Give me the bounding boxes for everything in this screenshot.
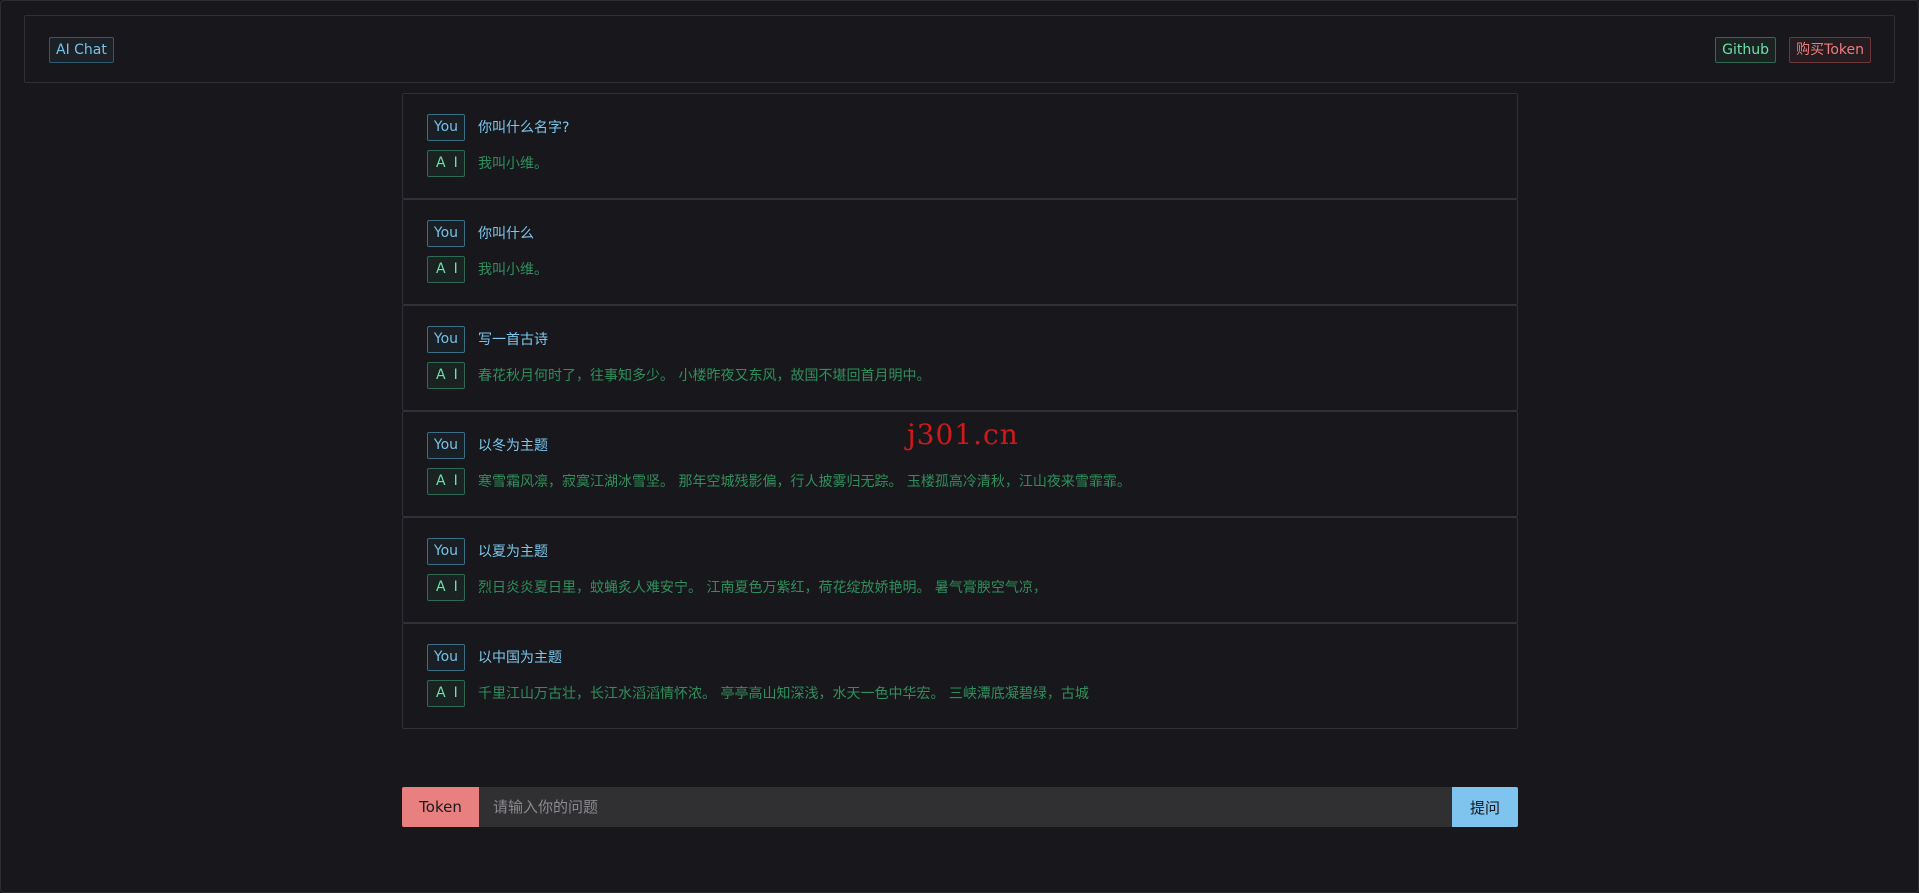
user-question: 你叫什么名字? bbox=[478, 120, 570, 136]
user-avatar: You bbox=[427, 538, 465, 565]
user-avatar: You bbox=[427, 326, 465, 353]
question-input-bar: Token 提问 bbox=[402, 787, 1518, 827]
chat-exchange: You 写一首古诗 AI 春花秋月何时了，往事知多少。 小楼昨夜又东风，故国不堪… bbox=[402, 305, 1518, 411]
ai-avatar: AI bbox=[427, 468, 465, 495]
buy-token-link[interactable]: 购买Token bbox=[1789, 37, 1871, 63]
ai-answer: 春花秋月何时了，往事知多少。 小楼昨夜又东风，故国不堪回首月明中。 bbox=[478, 368, 931, 384]
question-input[interactable] bbox=[479, 787, 1452, 827]
ai-avatar: AI bbox=[427, 256, 465, 283]
ai-avatar: AI bbox=[427, 574, 465, 601]
user-question: 以中国为主题 bbox=[478, 650, 562, 666]
ai-avatar: AI bbox=[427, 680, 465, 707]
user-avatar: You bbox=[427, 432, 465, 459]
chat-exchange: You 以夏为主题 AI 烈日炎炎夏日里，蚊蝇炙人难安宁。 江南夏色万紫红，荷花… bbox=[402, 517, 1518, 623]
user-question: 写一首古诗 bbox=[478, 332, 548, 348]
brand-link[interactable]: AI Chat bbox=[49, 37, 114, 63]
token-button[interactable]: Token bbox=[402, 787, 479, 827]
ai-answer: 烈日炎炎夏日里，蚊蝇炙人难安宁。 江南夏色万紫红，荷花绽放娇艳明。 暑气膏腴空气… bbox=[478, 580, 1047, 596]
top-navbar: AI Chat Github 购买Token bbox=[24, 15, 1895, 83]
ai-answer: 我叫小维。 bbox=[478, 262, 548, 278]
ai-answer: 我叫小维。 bbox=[478, 156, 548, 172]
user-avatar: You bbox=[427, 114, 465, 141]
github-link[interactable]: Github bbox=[1715, 37, 1776, 63]
user-question: 以冬为主题 bbox=[478, 438, 548, 454]
chat-exchange: You 你叫什么 AI 我叫小维。 bbox=[402, 199, 1518, 305]
user-avatar: You bbox=[427, 644, 465, 671]
chat-exchange: You 你叫什么名字? AI 我叫小维。 bbox=[402, 93, 1518, 199]
ai-answer: 千里江山万古壮，长江水滔滔情怀浓。 亭亭高山知深浅，水天一色中华宏。 三峡潭底凝… bbox=[478, 686, 1089, 702]
user-avatar: You bbox=[427, 220, 465, 247]
user-question: 你叫什么 bbox=[478, 226, 534, 242]
ai-answer: 寒雪霜风凛，寂寞江湖冰雪坚。 那年空城残影偏，行人披雾归无踪。 玉楼孤高冷清秋，… bbox=[478, 474, 1131, 490]
chat-exchange: You 以中国为主题 AI 千里江山万古壮，长江水滔滔情怀浓。 亭亭高山知深浅，… bbox=[402, 623, 1518, 729]
ai-avatar: AI bbox=[427, 150, 465, 177]
watermark-text: j301.cn bbox=[907, 418, 1019, 451]
ai-avatar: AI bbox=[427, 362, 465, 389]
user-question: 以夏为主题 bbox=[478, 544, 548, 560]
ask-button[interactable]: 提问 bbox=[1452, 787, 1518, 827]
chat-history: You 你叫什么名字? AI 我叫小维。 You 你叫什么 AI 我叫小维。 Y… bbox=[402, 93, 1518, 729]
